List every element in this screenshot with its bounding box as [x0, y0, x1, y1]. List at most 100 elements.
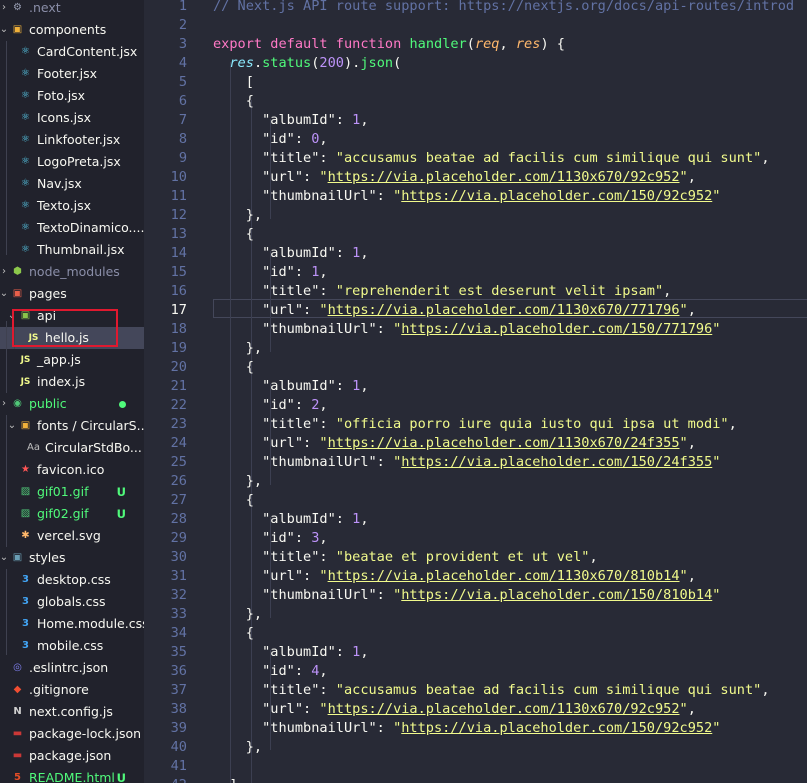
- modified-dot-icon: [119, 401, 126, 408]
- file-desktop-css[interactable]: 3 desktop.css: [0, 569, 144, 591]
- code-line[interactable]: 41: [144, 757, 807, 776]
- code-line[interactable]: 9 "title": "accusamus beatae ad facilis …: [144, 149, 807, 168]
- tree-item-label: public: [29, 396, 67, 411]
- file-circularstdbo[interactable]: Aa CircularStdBo...: [0, 437, 144, 459]
- code-line[interactable]: 5 [: [144, 73, 807, 92]
- file-globals-css[interactable]: 3 globals.css: [0, 591, 144, 613]
- code-line[interactable]: 25 "thumbnailUrl": "https://via.placehol…: [144, 453, 807, 472]
- file-cardcontent-jsx[interactable]: ⚛ CardContent.jsx: [0, 41, 144, 63]
- code-line[interactable]: 29 "id": 3,: [144, 529, 807, 548]
- file-eslintrc-json[interactable]: ◎ .eslintrc.json: [0, 657, 144, 679]
- folder-fonts-circulars[interactable]: ⌄ ▣ fonts / CircularS...: [0, 415, 144, 437]
- folder-public[interactable]: › ◉ public: [0, 393, 144, 415]
- code-line[interactable]: 17 "url": "https://via.placeholder.com/1…: [144, 301, 807, 320]
- tree-item-label: gif02.gif: [37, 506, 89, 521]
- code-line[interactable]: 4 res.status(200).json(: [144, 54, 807, 73]
- code-line[interactable]: 33 },: [144, 605, 807, 624]
- tree-item-label: styles: [29, 550, 66, 565]
- file-readme-html[interactable]: 5 README.html U: [0, 767, 144, 783]
- code-line[interactable]: 6 {: [144, 92, 807, 111]
- file-nav-jsx[interactable]: ⚛ Nav.jsx: [0, 173, 144, 195]
- file-logopreta-jsx[interactable]: ⚛ LogoPreta.jsx: [0, 151, 144, 173]
- code-line[interactable]: 15 "id": 1,: [144, 263, 807, 282]
- code-editor[interactable]: 1 // Next.js API route support: https://n…: [144, 0, 807, 783]
- file-gif02-gif[interactable]: ▨ gif02.gif U: [0, 503, 144, 525]
- public-folder-icon: ◉: [13, 398, 22, 409]
- code-line[interactable]: 31 "url": "https://via.placeholder.com/1…: [144, 567, 807, 586]
- file-next-config-js[interactable]: Nnext.config.js: [0, 701, 144, 723]
- file-foto-jsx[interactable]: ⚛ Foto.jsx: [0, 85, 144, 107]
- code-line[interactable]: 16 "title": "reprehenderit est deserunt …: [144, 282, 807, 301]
- folder-icon: ▣: [12, 24, 23, 35]
- code-line[interactable]: 3 export default function handler(req, re…: [144, 35, 807, 54]
- code-line[interactable]: 38 "url": "https://via.placeholder.com/1…: [144, 700, 807, 719]
- code-line[interactable]: 23 "title": "officia porro iure quia ius…: [144, 415, 807, 434]
- code-line[interactable]: 32 "thumbnailUrl": "https://via.placehol…: [144, 586, 807, 605]
- react-icon: ⚛: [21, 112, 30, 123]
- code-line[interactable]: 7 "albumId": 1,: [144, 111, 807, 130]
- file-gif01-gif[interactable]: ▨ gif01.gif U: [0, 481, 144, 503]
- code-line[interactable]: 24 "url": "https://via.placeholder.com/1…: [144, 434, 807, 453]
- file-package-json[interactable]: ▬ package.json: [0, 745, 144, 767]
- code-line[interactable]: 11 "thumbnailUrl": "https://via.placehol…: [144, 187, 807, 206]
- chevron-right-icon[interactable]: ›: [0, 261, 9, 283]
- folder-styles[interactable]: ⌄ ▣ styles: [0, 547, 144, 569]
- code-line[interactable]: 42 ]: [144, 776, 807, 783]
- code-line[interactable]: 20 {: [144, 358, 807, 377]
- code-line[interactable]: 30 "title": "beatae et provident et ut v…: [144, 548, 807, 567]
- file-mobile-css[interactable]: 3 mobile.css: [0, 635, 144, 657]
- code-line[interactable]: 21 "albumId": 1,: [144, 377, 807, 396]
- file-vercel-svg[interactable]: ✱ vercel.svg: [0, 525, 144, 547]
- code-line[interactable]: 1 // Next.js API route support: https://n…: [144, 0, 807, 16]
- file-texto-jsx[interactable]: ⚛ Texto.jsx: [0, 195, 144, 217]
- tree-item-label: TextoDinamico....: [37, 220, 144, 235]
- code-line[interactable]: 27 {: [144, 491, 807, 510]
- file-index-js[interactable]: JS index.js: [0, 371, 144, 393]
- chevron-right-icon[interactable]: ›: [0, 0, 9, 19]
- image-icon: ▨: [20, 508, 31, 519]
- code-text: ]: [213, 776, 237, 783]
- folder-next[interactable]: › ⚙ .next: [0, 0, 144, 19]
- code-text: "albumId": 1,: [213, 245, 369, 261]
- code-line[interactable]: 18 "thumbnailUrl": "https://via.placehol…: [144, 320, 807, 339]
- code-line[interactable]: 26 },: [144, 472, 807, 491]
- chevron-down-icon[interactable]: ⌄: [7, 415, 17, 437]
- chevron-down-icon[interactable]: ⌄: [0, 283, 9, 305]
- code-line[interactable]: 36 "id": 4,: [144, 662, 807, 681]
- folder-components[interactable]: ⌄ ▣ components: [0, 19, 144, 41]
- settings-folder-icon: ⚙: [13, 2, 22, 13]
- file-footer-jsx[interactable]: ⚛ Footer.jsx: [0, 63, 144, 85]
- code-line[interactable]: 12 },: [144, 206, 807, 225]
- code-line[interactable]: 14 "albumId": 1,: [144, 244, 807, 263]
- file-package-lock-json[interactable]: ▬ package-lock.json: [0, 723, 144, 745]
- folder-node-modules[interactable]: › ⬢ node_modules: [0, 261, 144, 283]
- code-line[interactable]: 19 },: [144, 339, 807, 358]
- file-icons-jsx[interactable]: ⚛ Icons.jsx: [0, 107, 144, 129]
- file-thumbnail-jsx[interactable]: ⚛ Thumbnail.jsx: [0, 239, 144, 261]
- line-number: 10: [170, 169, 187, 185]
- file-favicon-ico[interactable]: ★ favicon.ico: [0, 459, 144, 481]
- code-line[interactable]: 8 "id": 0,: [144, 130, 807, 149]
- tree-item-label: components: [29, 22, 107, 37]
- chevron-down-icon[interactable]: ⌄: [0, 19, 9, 41]
- file-textodinamico[interactable]: ⚛ TextoDinamico....: [0, 217, 144, 239]
- file-home-module-css[interactable]: 3 Home.module.css: [0, 613, 144, 635]
- code-line[interactable]: 10 "url": "https://via.placeholder.com/1…: [144, 168, 807, 187]
- code-line[interactable]: 22 "id": 2,: [144, 396, 807, 415]
- file-app-js[interactable]: JS _app.js: [0, 349, 144, 371]
- code-line[interactable]: 35 "albumId": 1,: [144, 643, 807, 662]
- file-linkfooter-jsx[interactable]: ⚛ Linkfooter.jsx: [0, 129, 144, 151]
- code-line[interactable]: 34 {: [144, 624, 807, 643]
- react-icon: ⚛: [21, 200, 30, 211]
- code-line[interactable]: 2: [144, 16, 807, 35]
- chevron-down-icon[interactable]: ⌄: [0, 547, 9, 569]
- code-text: "id": 3,: [213, 530, 328, 546]
- code-line[interactable]: 39 "thumbnailUrl": "https://via.placehol…: [144, 719, 807, 738]
- code-line[interactable]: 13 {: [144, 225, 807, 244]
- code-line[interactable]: 28 "albumId": 1,: [144, 510, 807, 529]
- code-line[interactable]: 37 "title": "accusamus beatae ad facilis…: [144, 681, 807, 700]
- file-gitignore[interactable]: ◆ .gitignore: [0, 679, 144, 701]
- folder-pages[interactable]: ⌄ ▣ pages: [0, 283, 144, 305]
- chevron-right-icon[interactable]: ›: [0, 393, 9, 415]
- code-line[interactable]: 40 },: [144, 738, 807, 757]
